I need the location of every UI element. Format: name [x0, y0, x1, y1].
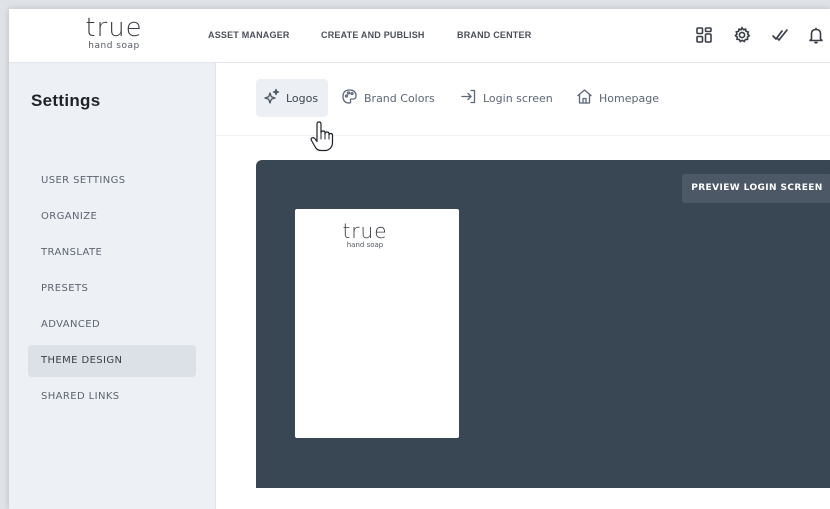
- nav-asset-manager[interactable]: ASSET MANAGER: [208, 30, 290, 40]
- sidebar-title: Settings: [31, 91, 101, 110]
- brand-logo[interactable]: true hand soap: [59, 15, 169, 51]
- top-bar: true hand soap ASSET MANAGER CREATE AND …: [9, 9, 830, 63]
- sidebar-item-organize[interactable]: ORGANIZE: [28, 201, 196, 233]
- sidebar-item-advanced[interactable]: ADVANCED: [28, 309, 196, 341]
- tab-logos[interactable]: Logos: [256, 79, 328, 117]
- tab-homepage-label: Homepage: [599, 91, 659, 105]
- app-window: true hand soap ASSET MANAGER CREATE AND …: [9, 9, 830, 509]
- card-logo-sub: hand soap: [346, 241, 384, 249]
- bell-icon[interactable]: [807, 26, 825, 44]
- login-preview-panel: PREVIEW LOGIN SCREEN true hand soap: [256, 160, 830, 488]
- tab-brand-colors-label: Brand Colors: [364, 91, 435, 105]
- tab-login-screen[interactable]: Login screen: [460, 79, 553, 117]
- nav-brand-center[interactable]: BRAND CENTER: [457, 30, 531, 40]
- settings-sidebar: Settings USER SETTINGS ORGANIZE TRANSLAT…: [9, 63, 216, 509]
- sidebar-item-user-settings[interactable]: USER SETTINGS: [28, 165, 196, 197]
- card-logo: true hand soap: [327, 221, 403, 249]
- nav-create-and-publish[interactable]: CREATE AND PUBLISH: [321, 30, 425, 40]
- sidebar-item-presets[interactable]: PRESETS: [28, 273, 196, 305]
- tab-homepage[interactable]: Homepage: [576, 79, 659, 117]
- card-logo-main: true: [342, 219, 388, 243]
- tab-brand-colors[interactable]: Brand Colors: [341, 79, 435, 117]
- tab-logos-label: Logos: [286, 91, 319, 105]
- sidebar-item-theme-design[interactable]: THEME DESIGN: [28, 345, 196, 377]
- login-arrow-icon: [460, 88, 483, 108]
- sidebar-item-shared-links[interactable]: SHARED LINKS: [28, 381, 196, 413]
- palette-icon: [341, 88, 364, 108]
- hand-cursor-icon: [309, 121, 335, 153]
- gear-icon[interactable]: [733, 26, 751, 44]
- tab-login-screen-label: Login screen: [483, 91, 553, 105]
- home-icon: [576, 88, 599, 108]
- sidebar-item-translate[interactable]: TRANSLATE: [28, 237, 196, 269]
- sparkles-icon: [263, 88, 286, 108]
- brand-logo-main: true: [85, 13, 143, 43]
- logo-preview-card[interactable]: true hand soap: [295, 209, 459, 438]
- brand-logo-sub: hand soap: [88, 41, 140, 51]
- apps-grid-icon[interactable]: [695, 26, 713, 44]
- checkmarks-icon[interactable]: [771, 26, 789, 44]
- preview-login-screen-button[interactable]: PREVIEW LOGIN SCREEN: [682, 174, 830, 203]
